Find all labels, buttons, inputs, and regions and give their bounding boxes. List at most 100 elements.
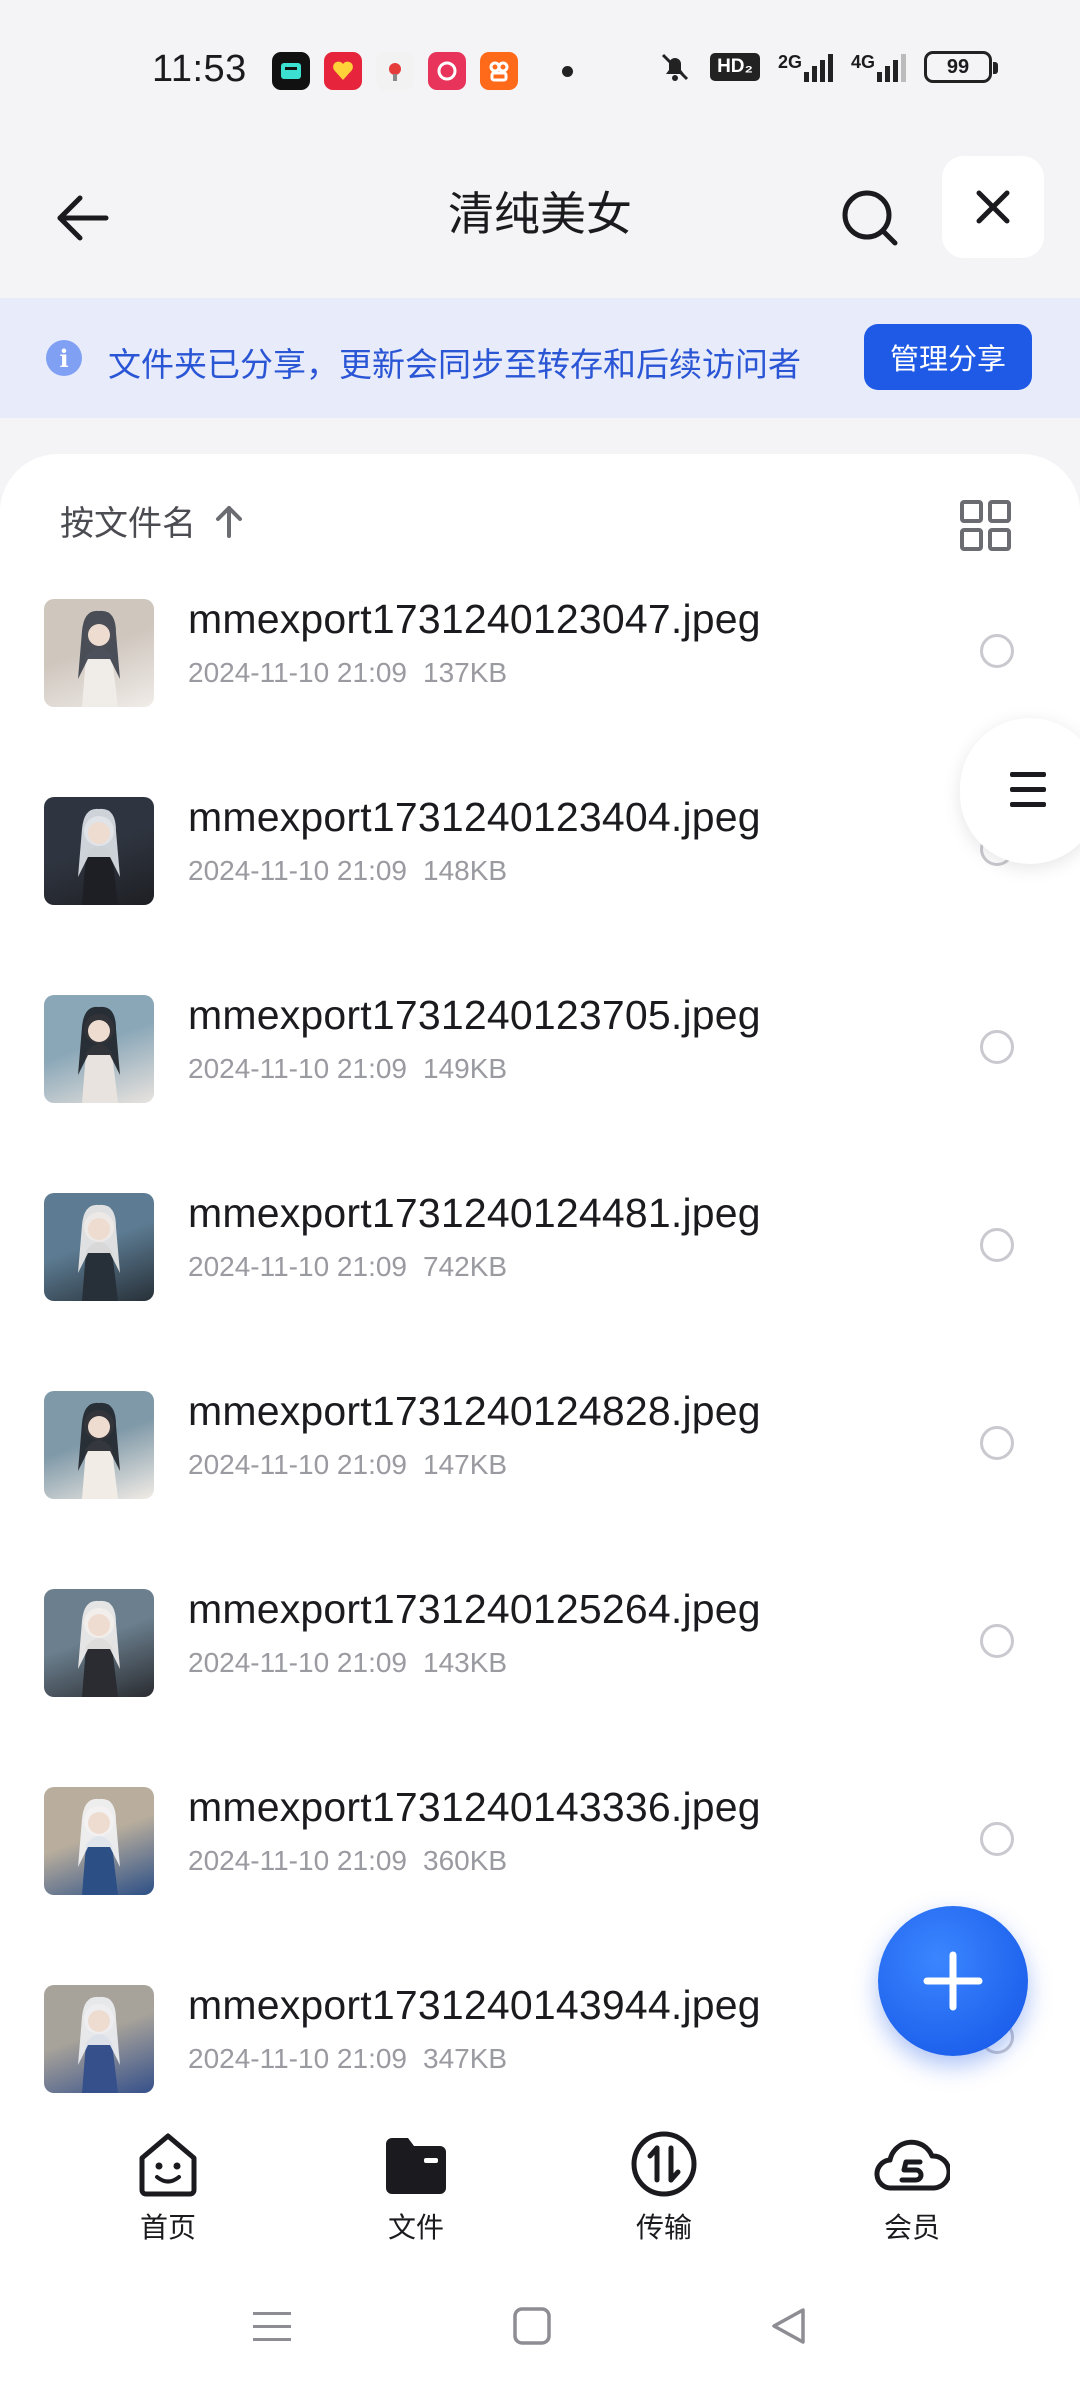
file-date: 2024-11-10 21:09: [188, 1449, 407, 1480]
file-size: 360KB: [423, 1845, 508, 1876]
nav-item-transfer[interactable]: 传输: [584, 2130, 744, 2246]
file-thumbnail: [44, 1391, 154, 1499]
file-thumbnail: [44, 599, 154, 707]
file-select-radio[interactable]: [980, 1030, 1014, 1064]
back-system-button[interactable]: [758, 2296, 818, 2356]
file-select-radio[interactable]: [980, 1822, 1014, 1856]
hd-voice-badge: HD₂: [710, 53, 760, 81]
file-row[interactable]: mmexport1731240125264.jpeg 2024-11-10 21:…: [0, 1564, 1080, 1762]
file-meta: 2024-11-10 21:09 347KB: [188, 2043, 507, 2075]
file-name: mmexport1731240123705.jpeg: [188, 992, 761, 1038]
file-name: mmexport1731240143336.jpeg: [188, 1784, 761, 1830]
app-notification-icon-4: [428, 52, 466, 90]
system-navigation-bar: [0, 2254, 1080, 2400]
file-date: 2024-11-10 21:09: [188, 1251, 407, 1282]
file-thumbnail: [44, 1787, 154, 1895]
file-size: 137KB: [423, 657, 508, 688]
recents-menu-icon: [253, 2312, 291, 2341]
arrow-up-icon: [216, 505, 242, 538]
app-notification-icon-5: [480, 52, 518, 90]
menu-lines-icon: [1010, 772, 1046, 807]
file-date: 2024-11-10 21:09: [188, 1845, 407, 1876]
file-thumbnail: [44, 1589, 154, 1697]
file-meta: 2024-11-10 21:09 360KB: [188, 1845, 507, 1877]
file-row[interactable]: mmexport1731240124481.jpeg 2024-11-10 21:…: [0, 1168, 1080, 1366]
battery-icon: 99: [924, 51, 998, 83]
file-name: mmexport1731240123047.jpeg: [188, 596, 761, 642]
app-notification-icon-2: [324, 52, 362, 90]
status-app-icons: [272, 52, 573, 90]
file-date: 2024-11-10 21:09: [188, 2043, 407, 2074]
app-notification-icon-1: [272, 52, 310, 90]
file-size: 148KB: [423, 855, 508, 886]
home-face-icon: [139, 2133, 197, 2197]
file-meta: 2024-11-10 21:09 147KB: [188, 1449, 507, 1481]
folder-icon: [386, 2138, 446, 2194]
file-date: 2024-11-10 21:09: [188, 855, 407, 886]
file-list-card: 按文件名 mmexport1731240123047.jpeg 2024-11-1…: [0, 454, 1080, 2104]
file-row[interactable]: mmexport1731240123705.jpeg 2024-11-10 21:…: [0, 970, 1080, 1168]
close-button[interactable]: [942, 156, 1044, 258]
net-4g-label: 4G: [850, 52, 875, 72]
net-2g-label: 2G: [777, 52, 802, 72]
signal-4g-icon: 4G: [851, 52, 906, 82]
status-more-dot-icon: [562, 65, 573, 77]
file-row[interactable]: mmexport1731240123047.jpeg 2024-11-10 21:…: [0, 574, 1080, 772]
file-date: 2024-11-10 21:09: [188, 657, 407, 688]
grid-view-icon: [960, 500, 1011, 551]
file-date: 2024-11-10 21:09: [188, 1053, 407, 1084]
nav-item-vip[interactable]: 会员: [832, 2130, 992, 2246]
file-thumbnail: [44, 1985, 154, 2093]
file-select-radio[interactable]: [980, 634, 1014, 668]
bell-muted-icon: [662, 53, 689, 81]
nav-label-files: 文件: [387, 2212, 444, 2243]
file-thumbnail: [44, 1193, 154, 1301]
page-title: 清纯美女: [448, 188, 632, 240]
file-size: 347KB: [423, 2043, 508, 2074]
file-list: mmexport1731240123047.jpeg 2024-11-10 21:…: [0, 574, 1080, 2104]
grid-view-button[interactable]: [958, 498, 1014, 554]
status-system-icons: HD₂ 2G 4G 99: [658, 50, 998, 84]
file-name: mmexport1731240124481.jpeg: [188, 1190, 761, 1236]
file-row[interactable]: mmexport1731240124828.jpeg 2024-11-10 21:…: [0, 1366, 1080, 1564]
file-size: 143KB: [423, 1647, 508, 1678]
file-name: mmexport1731240125264.jpeg: [188, 1586, 761, 1632]
battery-level: 99: [946, 55, 970, 78]
app-notification-icon-3: [376, 52, 414, 90]
file-row[interactable]: mmexport1731240123404.jpeg 2024-11-10 21:…: [0, 772, 1080, 970]
file-select-radio[interactable]: [980, 1228, 1014, 1262]
file-name: mmexport1731240124828.jpeg: [188, 1388, 761, 1434]
nav-item-home[interactable]: 首页: [88, 2130, 248, 2246]
file-size: 149KB: [423, 1053, 508, 1084]
file-size: 742KB: [423, 1251, 508, 1282]
sort-by-name-button[interactable]: 按文件名: [60, 496, 244, 545]
nav-item-files[interactable]: 文件: [336, 2130, 496, 2246]
home-square-icon: [513, 2307, 551, 2345]
nav-label-home: 首页: [139, 2212, 196, 2243]
top-app-bar: 清纯美女: [0, 140, 1080, 298]
recents-button[interactable]: [242, 2296, 302, 2356]
home-button[interactable]: [502, 2296, 562, 2356]
add-fab-button[interactable]: [878, 1906, 1028, 2056]
file-select-radio[interactable]: [980, 1624, 1014, 1658]
file-name: mmexport1731240123404.jpeg: [188, 794, 761, 840]
search-button[interactable]: [832, 180, 908, 256]
file-meta: 2024-11-10 21:09 137KB: [188, 657, 507, 689]
plus-icon: [923, 1951, 983, 2011]
status-time: 11:53: [152, 48, 247, 90]
close-icon: [976, 190, 1010, 224]
search-icon: [842, 190, 898, 246]
file-size: 147KB: [423, 1449, 508, 1480]
transfer-icon: [631, 2131, 697, 2197]
status-bar: 11:53 HD₂ 2G 4G 99: [0, 0, 1080, 140]
file-meta: 2024-11-10 21:09 742KB: [188, 1251, 507, 1283]
nav-label-vip: 会员: [883, 2212, 940, 2243]
nav-label-transfer: 传输: [635, 2212, 692, 2243]
manage-share-button[interactable]: 管理分享: [864, 324, 1032, 390]
file-select-radio[interactable]: [980, 1426, 1014, 1460]
file-meta: 2024-11-10 21:09 148KB: [188, 855, 507, 887]
bottom-nav-bar: 首页 文件 传输 会员: [0, 2104, 1080, 2254]
file-meta: 2024-11-10 21:09 143KB: [188, 1647, 507, 1679]
info-icon: i: [46, 340, 82, 376]
file-meta: 2024-11-10 21:09 149KB: [188, 1053, 507, 1085]
